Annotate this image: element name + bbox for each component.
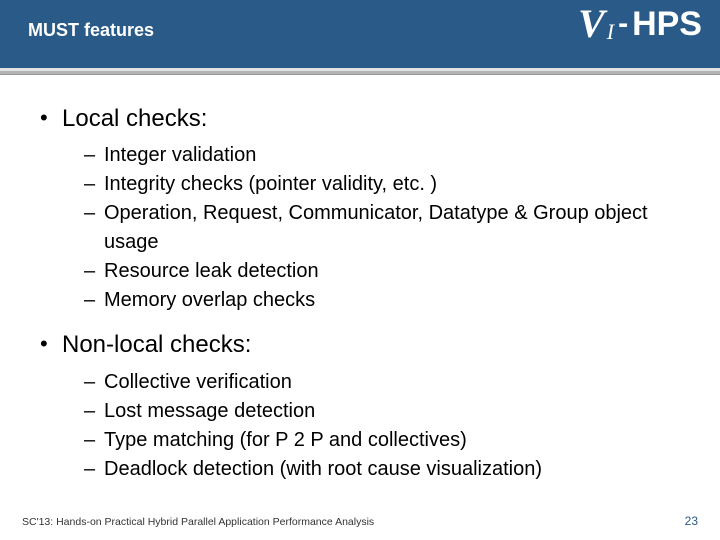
bullet-nonlocal: Non-local checks: Collective verificatio… (36, 329, 684, 483)
page-number: 23 (685, 514, 698, 528)
bullet-nonlocal-title: Non-local checks: (62, 331, 251, 358)
logo-v: V (578, 4, 605, 44)
header-bar: MUST features V I - HPS (0, 0, 720, 68)
list-item: Resource leak detection (62, 257, 684, 286)
vi-hps-logo: V I - HPS (578, 4, 702, 62)
slide: MUST features V I - HPS Local checks: In… (0, 0, 720, 540)
footer: SC'13: Hands-on Practical Hybrid Paralle… (22, 514, 698, 528)
local-sublist: Integer validation Integrity checks (poi… (62, 141, 684, 315)
nonlocal-sublist: Collective verification Lost message det… (62, 368, 684, 484)
list-item: Collective verification (62, 368, 684, 397)
footer-text: SC'13: Hands-on Practical Hybrid Paralle… (22, 516, 374, 528)
list-item: Type matching (for P 2 P and collectives… (62, 426, 684, 455)
logo-i: I (607, 21, 614, 43)
list-item: Memory overlap checks (62, 286, 684, 315)
list-item: Operation, Request, Communicator, Dataty… (62, 199, 684, 257)
bullet-local-title: Local checks: (62, 105, 207, 132)
bullet-local: Local checks: Integer validation Integri… (36, 103, 684, 315)
list-item: Integrity checks (pointer validity, etc.… (62, 170, 684, 199)
top-list: Local checks: Integer validation Integri… (36, 103, 684, 484)
logo-hps: HPS (632, 7, 702, 41)
logo-dash: - (618, 9, 628, 39)
slide-title: MUST features (28, 20, 154, 41)
content-area: Local checks: Integer validation Integri… (0, 75, 720, 484)
list-item: Lost message detection (62, 397, 684, 426)
list-item: Deadlock detection (with root cause visu… (62, 455, 684, 484)
list-item: Integer validation (62, 141, 684, 170)
header-underbar (0, 68, 720, 75)
logo-row: V I - HPS (578, 4, 702, 44)
